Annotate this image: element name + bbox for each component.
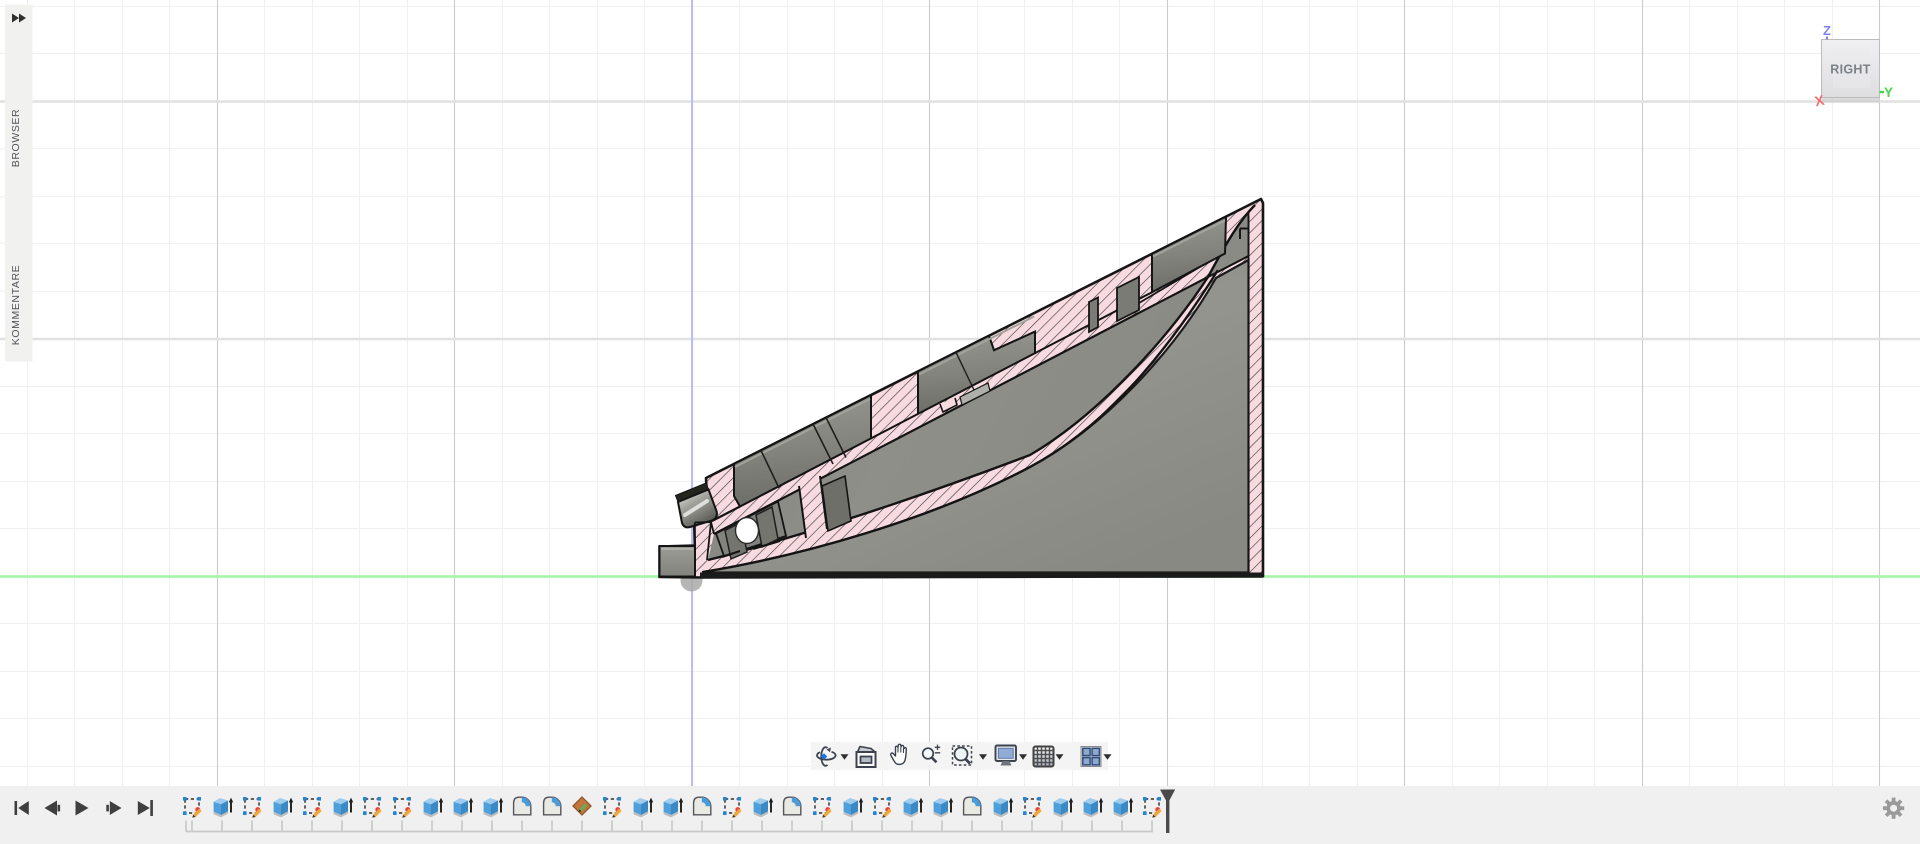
svg-text:KOMMENTARE: KOMMENTARE — [10, 265, 22, 345]
svg-text:Z: Z — [1823, 23, 1831, 38]
svg-text:BROWSER: BROWSER — [10, 109, 22, 167]
svg-text:Y: Y — [1884, 85, 1893, 100]
svg-text:RIGHT: RIGHT — [1830, 63, 1870, 77]
